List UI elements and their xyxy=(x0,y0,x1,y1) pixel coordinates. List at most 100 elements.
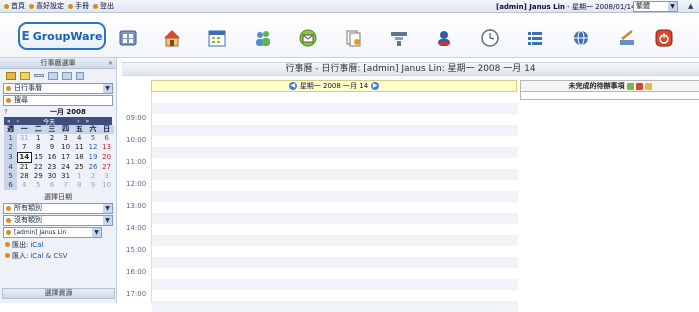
home-link[interactable]: 首頁 xyxy=(4,1,25,11)
calendar-day[interactable]: 2 xyxy=(45,134,59,143)
filter-category-select[interactable]: 沒有類別 ▼ xyxy=(3,215,113,226)
logout-link[interactable]: 登出 xyxy=(93,1,114,11)
prev-month-button[interactable]: ‹ xyxy=(17,118,19,125)
logout-icon[interactable] xyxy=(654,28,674,48)
network-icon[interactable] xyxy=(571,28,591,48)
time-slot[interactable] xyxy=(152,213,518,224)
time-slot[interactable] xyxy=(152,136,518,147)
day-view-icon[interactable] xyxy=(34,74,44,77)
calendar-day[interactable]: 27 xyxy=(100,163,114,173)
calendar-day[interactable]: 11 xyxy=(72,143,86,153)
view-select[interactable]: 日行事曆 ▼ xyxy=(3,83,113,94)
clock-icon[interactable] xyxy=(480,28,500,48)
tools-icon[interactable] xyxy=(617,28,637,48)
time-slot[interactable] xyxy=(152,158,518,169)
scroll-up-arrow-icon[interactable]: ▲ xyxy=(688,2,696,11)
manual-link[interactable]: 手冊 xyxy=(68,1,89,11)
documents-icon[interactable] xyxy=(343,28,363,48)
category-select[interactable]: 所有類別 ▼ xyxy=(3,203,113,214)
projects-icon[interactable] xyxy=(389,28,409,48)
time-slot[interactable] xyxy=(152,180,518,191)
edit-todo-icon[interactable] xyxy=(644,82,652,90)
language-select[interactable]: 繁體 ▼ xyxy=(633,1,678,12)
calendar-day[interactable]: 1 xyxy=(31,134,45,143)
week-number[interactable]: 5 xyxy=(4,172,18,181)
calendar-day[interactable]: 31 xyxy=(59,172,73,181)
week-number[interactable]: 2 xyxy=(4,143,18,153)
time-slot[interactable] xyxy=(152,92,518,103)
time-slot[interactable] xyxy=(152,279,518,290)
calendar-day[interactable]: 3 xyxy=(59,134,73,143)
filter-icon[interactable] xyxy=(20,71,30,80)
time-slot[interactable] xyxy=(152,103,518,114)
add-todo-icon[interactable] xyxy=(626,82,634,90)
time-slot[interactable] xyxy=(152,191,518,202)
calendar-day[interactable]: 2 xyxy=(86,172,100,181)
week-view-icon[interactable] xyxy=(48,71,58,80)
calendar-day[interactable]: 31 xyxy=(17,134,31,143)
calendar-day[interactable]: 21 xyxy=(17,163,31,173)
week-number[interactable]: 1 xyxy=(4,134,18,143)
calendar-day[interactable]: 8 xyxy=(31,143,45,153)
calendar-day[interactable]: 7 xyxy=(59,181,73,190)
week-number[interactable]: 6 xyxy=(4,181,18,190)
time-slot[interactable] xyxy=(152,224,518,235)
calendar-day[interactable]: 10 xyxy=(59,143,73,153)
calendar-day[interactable]: 26 xyxy=(86,163,100,173)
calendar-day[interactable]: 23 xyxy=(45,163,59,173)
calendar-day[interactable]: 3 xyxy=(100,172,114,181)
desktop-grid-icon[interactable] xyxy=(118,28,138,48)
user-admin-icon[interactable] xyxy=(434,28,454,48)
calendar-day[interactable]: 12 xyxy=(86,143,100,153)
calendar-day[interactable]: 19 xyxy=(86,153,100,163)
calendar-app-icon[interactable] xyxy=(207,28,227,48)
time-slot[interactable] xyxy=(152,290,518,301)
calendar-day[interactable]: 7 xyxy=(17,143,31,153)
calendar-day[interactable]: 10 xyxy=(100,181,114,190)
calendar-day[interactable]: 25 xyxy=(72,163,86,173)
calendar-day[interactable]: 18 xyxy=(72,153,86,163)
calendar-day[interactable]: 16 xyxy=(45,153,59,163)
calendar-day[interactable]: 24 xyxy=(59,163,73,173)
export-ical-link[interactable]: iCal xyxy=(30,241,43,249)
groupware-logo[interactable]: E GroupWare xyxy=(18,22,106,50)
home-icon[interactable] xyxy=(162,28,182,48)
mail-icon[interactable] xyxy=(298,28,318,48)
next-day-button[interactable]: ▶ xyxy=(371,82,380,90)
collapse-icon[interactable]: ✕ xyxy=(108,58,113,69)
prev-day-button[interactable]: ◀ xyxy=(288,82,297,90)
import-ical-csv-link[interactable]: iCal & CSV xyxy=(30,252,67,260)
time-slot[interactable] xyxy=(152,257,518,268)
calendar-day[interactable]: 8 xyxy=(72,181,86,190)
time-slot[interactable] xyxy=(152,169,518,180)
next-month-button[interactable]: › xyxy=(77,118,79,125)
next-year-button[interactable]: » xyxy=(86,118,90,125)
list-icon[interactable] xyxy=(525,28,545,48)
week-number[interactable]: 4 xyxy=(4,162,18,172)
preferences-link[interactable]: 喜好設定 xyxy=(29,1,64,11)
month-view-icon[interactable] xyxy=(62,71,72,80)
calendar-day[interactable]: 6 xyxy=(45,181,59,190)
calendar-day[interactable]: 20 xyxy=(100,153,114,163)
calendar-day[interactable]: 9 xyxy=(86,181,100,190)
calendar-day[interactable]: 1 xyxy=(72,172,86,181)
contacts-icon[interactable] xyxy=(253,28,273,48)
calendar-day[interactable]: 5 xyxy=(31,181,45,190)
time-slot[interactable] xyxy=(152,268,518,279)
select-resources-header[interactable]: 選擇資源 xyxy=(2,288,115,299)
calendar-day[interactable]: 13 xyxy=(100,143,114,153)
week-number[interactable]: 3 xyxy=(4,152,18,163)
time-slot[interactable] xyxy=(152,246,518,257)
calendar-day[interactable]: 29 xyxy=(31,172,45,181)
calendar-day[interactable]: 30 xyxy=(45,172,59,181)
calendar-day[interactable]: 22 xyxy=(31,163,45,173)
calendar-day[interactable]: 5 xyxy=(86,134,100,143)
calendar-day[interactable]: 6 xyxy=(100,134,114,143)
time-slot[interactable] xyxy=(152,125,518,136)
todo-list-icon[interactable] xyxy=(635,82,643,90)
calendar-day[interactable]: 9 xyxy=(45,143,59,153)
calendar-day[interactable]: 4 xyxy=(17,181,31,190)
search-input[interactable]: 搜尋 xyxy=(3,95,113,106)
prev-year-button[interactable]: « xyxy=(7,118,11,125)
list-view-icon[interactable] xyxy=(76,71,84,80)
